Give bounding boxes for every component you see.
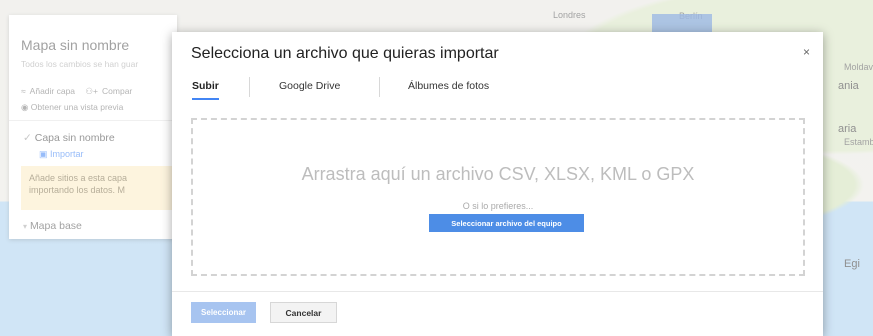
select-button[interactable]: Seleccionar xyxy=(191,302,256,323)
or-text: O si lo prefieres... xyxy=(462,201,534,211)
footer-divider xyxy=(172,291,823,292)
tab-separator xyxy=(249,77,250,97)
import-dialog: Selecciona un archivo que quieras import… xyxy=(172,32,823,336)
tab-upload[interactable]: Subir xyxy=(192,80,219,100)
close-icon[interactable]: × xyxy=(803,45,810,59)
dialog-title: Selecciona un archivo que quieras import… xyxy=(191,45,499,62)
cancel-button[interactable]: Cancelar xyxy=(270,302,337,323)
drop-zone[interactable]: Arrastra aquí un archivo CSV, XLSX, KML … xyxy=(191,118,805,276)
tab-separator xyxy=(379,77,380,97)
tab-bar: Subir Google Drive Álbumes de fotos xyxy=(172,77,823,102)
tab-google-drive[interactable]: Google Drive xyxy=(279,80,340,98)
select-file-button[interactable]: Seleccionar archivo del equipo xyxy=(429,214,584,232)
tab-photo-albums[interactable]: Álbumes de fotos xyxy=(408,80,489,98)
drop-instructions: Arrastra aquí un archivo CSV, XLSX, KML … xyxy=(301,164,695,184)
